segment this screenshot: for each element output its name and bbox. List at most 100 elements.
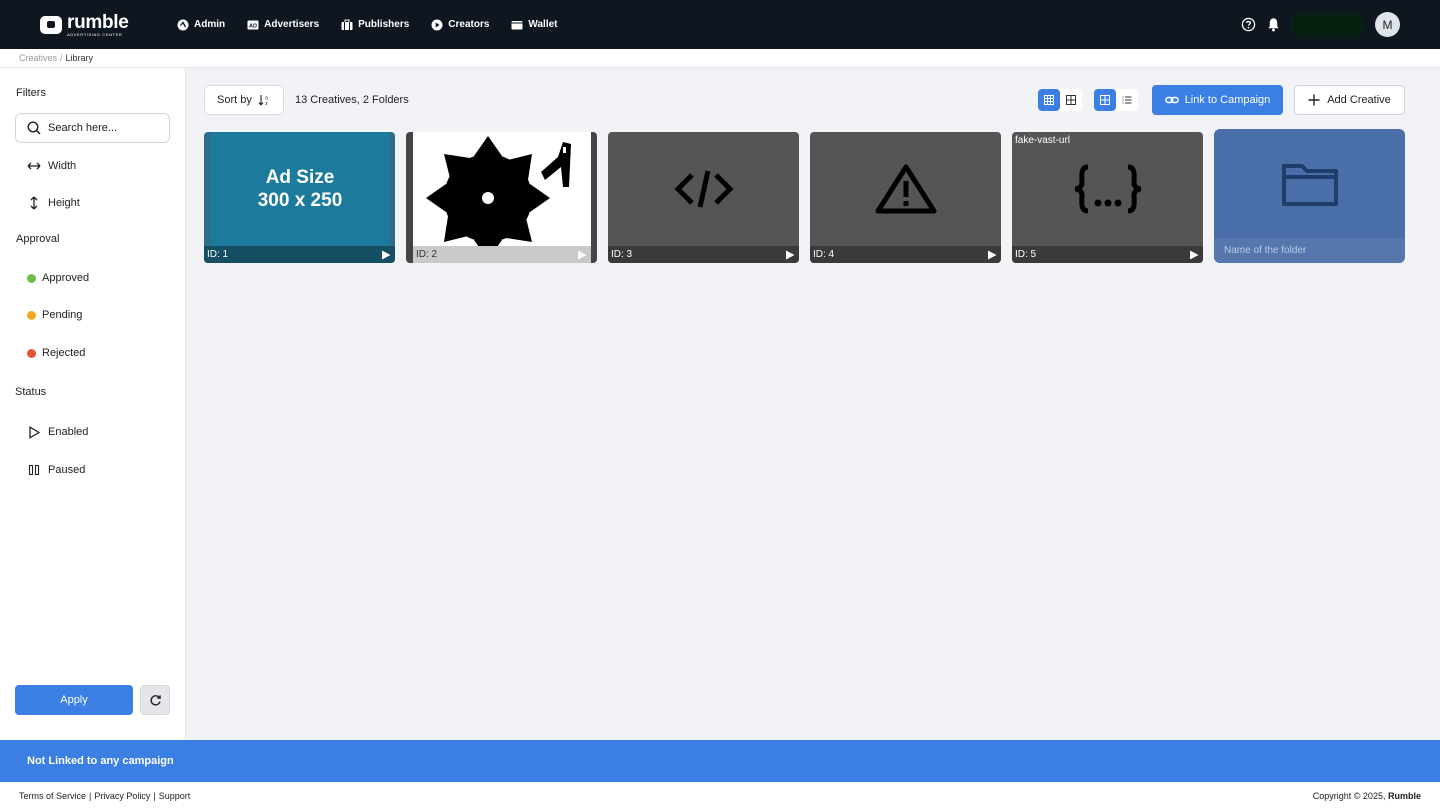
breadcrumb-library: Library bbox=[65, 53, 94, 63]
pause-outline-icon bbox=[27, 463, 41, 477]
filter-paused[interactable]: Paused bbox=[27, 463, 85, 477]
search-box[interactable] bbox=[15, 113, 170, 143]
status-heading: Status bbox=[15, 386, 47, 398]
filter-height[interactable]: Height bbox=[27, 196, 80, 210]
creatives-library: Sort by az 13 Creatives, 2 Folders Link … bbox=[186, 68, 1440, 740]
filter-approved-label: Approved bbox=[42, 272, 90, 284]
search-input[interactable] bbox=[48, 122, 158, 134]
filter-width-label: Width bbox=[48, 160, 77, 172]
support-link[interactable]: Support bbox=[159, 791, 191, 801]
small-grid-button[interactable] bbox=[1038, 89, 1060, 111]
nav-publishers[interactable]: Publishers bbox=[341, 19, 409, 31]
warning-icon bbox=[810, 132, 1001, 246]
play-icon[interactable] bbox=[381, 250, 391, 260]
filter-sidebar: Filters Width Height Approval Approved P… bbox=[0, 68, 186, 740]
nav-advertisers[interactable]: AD Advertisers bbox=[247, 19, 319, 31]
terms-link[interactable]: Terms of Service bbox=[19, 791, 86, 801]
horizontal-arrows-icon bbox=[27, 159, 41, 173]
help-icon[interactable] bbox=[1240, 17, 1256, 33]
nav-wallet[interactable]: Wallet bbox=[511, 19, 558, 31]
play-icon[interactable] bbox=[987, 250, 997, 260]
ad-icon: AD bbox=[247, 20, 259, 29]
refresh-icon bbox=[149, 694, 161, 705]
large-grid-icon bbox=[1066, 95, 1076, 105]
filter-approved[interactable]: Approved bbox=[27, 272, 89, 284]
creative-thumbnail: Ad Size 300 x 250 bbox=[211, 132, 389, 246]
play-outline-icon bbox=[27, 425, 41, 439]
avatar[interactable]: M bbox=[1375, 12, 1400, 37]
filter-rejected-label: Rejected bbox=[42, 347, 86, 359]
play-icon[interactable] bbox=[577, 250, 587, 260]
privacy-link[interactable]: Privacy Policy bbox=[94, 791, 150, 801]
creative-card[interactable]: ID: 4 bbox=[810, 132, 1001, 263]
card-footer: ID: 5 bbox=[1012, 246, 1203, 263]
grid-view-button[interactable] bbox=[1094, 89, 1116, 111]
approved-dot bbox=[27, 273, 36, 283]
link-to-campaign-label: Link to Campaign bbox=[1184, 94, 1271, 106]
reset-filters-button[interactable] bbox=[140, 685, 170, 715]
filters-heading: Filters bbox=[16, 87, 46, 99]
nav-admin-label: Admin bbox=[194, 19, 226, 30]
creative-card[interactable]: Ad Size 300 x 250 ID: 1 bbox=[204, 132, 395, 263]
creative-id: ID: 3 bbox=[611, 249, 633, 260]
nav-creators-label: Creators bbox=[448, 19, 490, 30]
creative-card[interactable]: ID: 3 bbox=[608, 132, 799, 263]
plus-icon bbox=[1308, 94, 1320, 106]
filter-width[interactable]: Width bbox=[27, 159, 76, 173]
creative-card[interactable]: fake-vast-url ID: 5 bbox=[1012, 132, 1203, 263]
footer-links: Terms of Service | Privacy Policy | Support bbox=[19, 791, 190, 801]
top-nav: rumble ADVERTISING CENTER Admin AD Adver… bbox=[0, 0, 1440, 49]
nav-wallet-label: Wallet bbox=[528, 19, 558, 30]
search-icon bbox=[27, 121, 41, 135]
creatives-count: 13 Creatives, 2 Folders bbox=[295, 94, 409, 106]
add-creative-button[interactable]: Add Creative bbox=[1294, 85, 1405, 115]
nav-advertisers-label: Advertisers bbox=[264, 19, 320, 30]
wallet-icon bbox=[511, 20, 523, 29]
rumble-logo[interactable]: rumble ADVERTISING CENTER bbox=[40, 13, 129, 37]
creative-card[interactable]: ID: 2 bbox=[406, 132, 597, 263]
approval-heading: Approval bbox=[16, 233, 60, 245]
campaign-link-status-banner: Not Linked to any campaign bbox=[0, 740, 1440, 782]
account-balance-badge[interactable] bbox=[1293, 13, 1361, 36]
footer-separator: | bbox=[89, 791, 92, 801]
ad-size-line2: 300 x 250 bbox=[257, 190, 343, 211]
add-creative-label: Add Creative bbox=[1327, 94, 1391, 106]
braces-icon bbox=[1012, 132, 1203, 246]
play-icon[interactable] bbox=[785, 250, 795, 260]
filter-pending[interactable]: Pending bbox=[27, 309, 82, 321]
grid-size-toggle bbox=[1038, 89, 1082, 111]
list-view-button[interactable] bbox=[1116, 89, 1138, 111]
link-to-campaign-button[interactable]: Link to Campaign bbox=[1152, 85, 1283, 115]
admin-icon bbox=[177, 19, 189, 30]
rumble-logo-icon bbox=[40, 16, 62, 34]
sort-by-button[interactable]: Sort by az bbox=[204, 85, 284, 115]
footer-separator: | bbox=[153, 791, 156, 801]
nav-admin[interactable]: Admin bbox=[177, 19, 225, 31]
svg-text:AD: AD bbox=[249, 23, 257, 29]
large-grid-button[interactable] bbox=[1060, 89, 1082, 111]
ad-size-line1: Ad Size bbox=[265, 167, 335, 188]
filter-enabled-label: Enabled bbox=[48, 426, 89, 438]
creative-id: ID: 5 bbox=[1015, 249, 1037, 260]
nav-creators[interactable]: Creators bbox=[431, 19, 489, 31]
breadcrumb-creatives[interactable]: Creatives bbox=[19, 53, 57, 63]
creative-id: ID: 4 bbox=[813, 249, 835, 260]
list-view-icon bbox=[1122, 96, 1132, 104]
card-footer: ID: 1 bbox=[204, 246, 395, 263]
saw-blade-image bbox=[426, 136, 571, 260]
filter-paused-label: Paused bbox=[48, 464, 86, 476]
brand-subtitle: ADVERTISING CENTER bbox=[67, 32, 123, 37]
page-footer: Terms of Service | Privacy Policy | Support … bbox=[0, 782, 1440, 810]
filter-rejected[interactable]: Rejected bbox=[27, 347, 85, 359]
play-icon[interactable] bbox=[1189, 250, 1199, 260]
folder-card[interactable]: Name of the folder bbox=[1214, 129, 1405, 263]
apply-button[interactable]: Apply bbox=[15, 685, 133, 715]
copyright-text: Copyright © 2025, bbox=[1312, 791, 1386, 801]
folder-icon bbox=[1214, 129, 1405, 239]
breadcrumb: Creatives / Library bbox=[0, 49, 1440, 68]
creative-thumbnail bbox=[413, 132, 591, 263]
sort-by-label: Sort by bbox=[217, 94, 252, 106]
bell-icon[interactable] bbox=[1265, 17, 1281, 33]
card-footer: ID: 3 bbox=[608, 246, 799, 263]
filter-enabled[interactable]: Enabled bbox=[27, 425, 88, 439]
